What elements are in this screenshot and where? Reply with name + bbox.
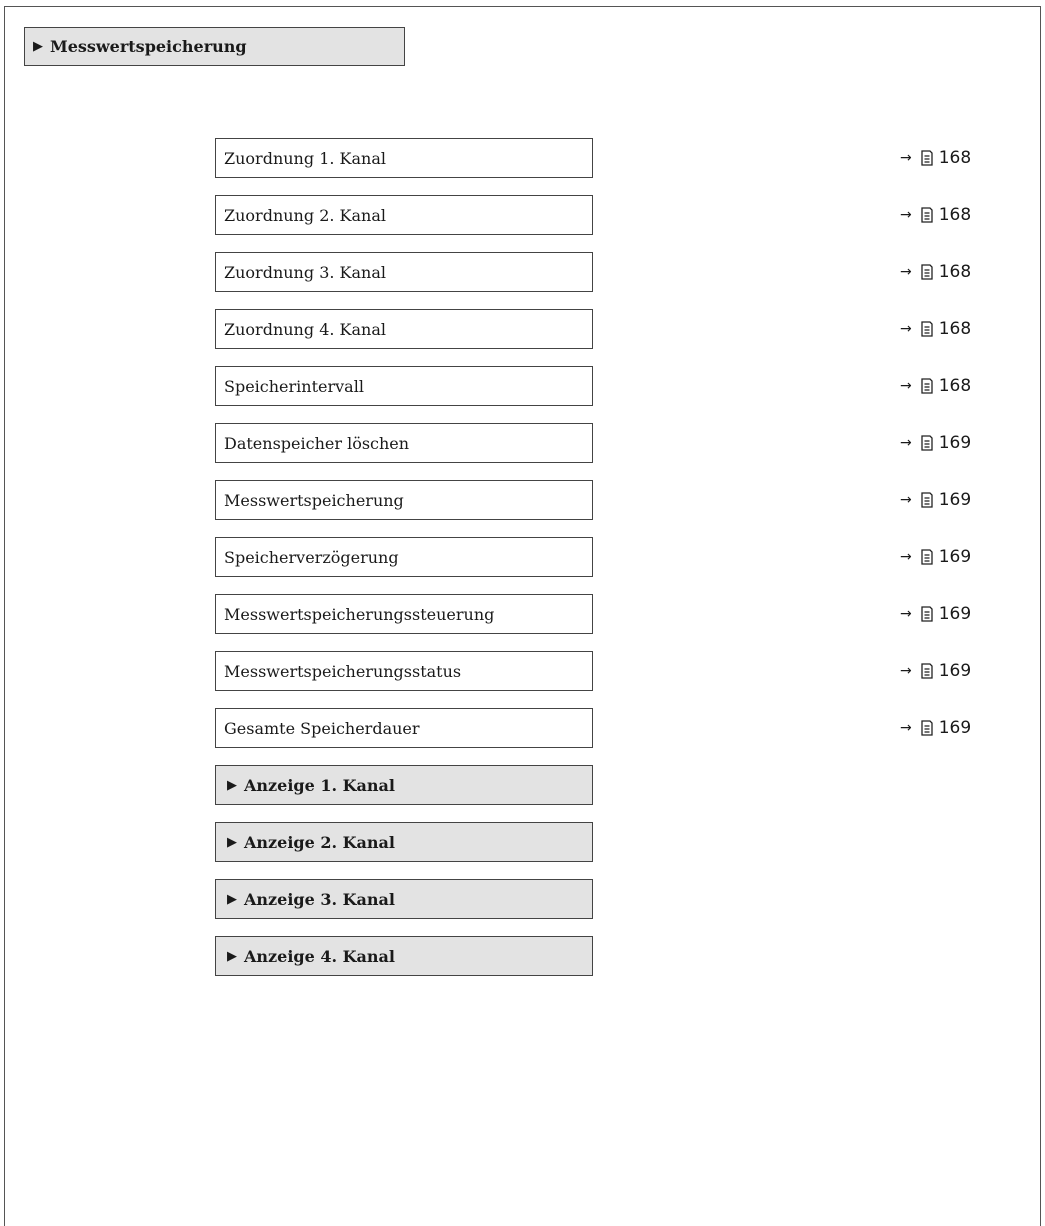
book-icon bbox=[921, 492, 933, 508]
page-reference[interactable]: → 168 bbox=[900, 138, 1000, 178]
arrow-right-icon: → bbox=[900, 264, 912, 280]
arrow-right-icon: → bbox=[900, 150, 912, 166]
page-number: 168 bbox=[938, 319, 972, 339]
triangle-right-icon: ▶ bbox=[227, 834, 237, 850]
param-speicherverzoegerung[interactable]: Speicherverzögerung bbox=[215, 537, 593, 577]
param-messwertspeicherungsstatus[interactable]: Messwertspeicherungsstatus bbox=[215, 651, 593, 691]
arrow-right-icon: → bbox=[900, 492, 912, 508]
page-reference[interactable]: → 168 bbox=[900, 309, 1000, 349]
param-zuordnung-2-kanal[interactable]: Zuordnung 2. Kanal bbox=[215, 195, 593, 235]
param-label: Zuordnung 1. Kanal bbox=[224, 148, 386, 168]
submenu-anzeige-4-kanal[interactable]: ▶ Anzeige 4. Kanal bbox=[215, 936, 593, 976]
param-label: Messwertspeicherungssteuerung bbox=[224, 604, 495, 624]
param-messwertspeicherung[interactable]: Messwertspeicherung bbox=[215, 480, 593, 520]
submenu-anzeige-1-kanal[interactable]: ▶ Anzeige 1. Kanal bbox=[215, 765, 593, 805]
param-gesamte-speicherdauer[interactable]: Gesamte Speicherdauer bbox=[215, 708, 593, 748]
book-icon bbox=[921, 378, 933, 394]
triangle-right-icon: ▶ bbox=[227, 891, 237, 907]
book-icon bbox=[921, 321, 933, 337]
page-reference[interactable]: → 169 bbox=[900, 594, 1000, 634]
param-label: Datenspeicher löschen bbox=[224, 433, 410, 453]
book-icon bbox=[921, 150, 933, 166]
page-number: 169 bbox=[938, 604, 972, 624]
book-icon bbox=[921, 207, 933, 223]
param-label: Messwertspeicherung bbox=[224, 490, 404, 510]
page-number: 168 bbox=[938, 262, 972, 282]
param-label: Speicherverzögerung bbox=[224, 547, 399, 567]
arrow-right-icon: → bbox=[900, 663, 912, 679]
page-reference[interactable]: → 169 bbox=[900, 480, 1000, 520]
page-number: 169 bbox=[938, 547, 972, 567]
param-label: Zuordnung 4. Kanal bbox=[224, 319, 386, 339]
submenu-anzeige-3-kanal[interactable]: ▶ Anzeige 3. Kanal bbox=[215, 879, 593, 919]
page-number: 168 bbox=[938, 148, 972, 168]
submenu-label: Anzeige 2. Kanal bbox=[244, 832, 395, 852]
page-number: 169 bbox=[938, 718, 972, 738]
book-icon bbox=[921, 720, 933, 736]
page-number: 169 bbox=[938, 661, 972, 681]
submenu-label: Anzeige 1. Kanal bbox=[244, 775, 395, 795]
arrow-right-icon: → bbox=[900, 606, 912, 622]
arrow-right-icon: → bbox=[900, 549, 912, 565]
menu-header[interactable]: ▶ Messwertspeicherung bbox=[24, 27, 405, 66]
page-reference[interactable]: → 168 bbox=[900, 252, 1000, 292]
arrow-right-icon: → bbox=[900, 378, 912, 394]
arrow-right-icon: → bbox=[900, 435, 912, 451]
triangle-right-icon: ▶ bbox=[33, 39, 43, 54]
menu-header-title: Messwertspeicherung bbox=[50, 37, 247, 56]
page-number: 169 bbox=[938, 433, 972, 453]
book-icon bbox=[921, 663, 933, 679]
param-label: Zuordnung 3. Kanal bbox=[224, 262, 386, 282]
param-datenspeicher-loeschen[interactable]: Datenspeicher löschen bbox=[215, 423, 593, 463]
triangle-right-icon: ▶ bbox=[227, 948, 237, 964]
page-reference[interactable]: → 169 bbox=[900, 423, 1000, 463]
book-icon bbox=[921, 435, 933, 451]
page-reference[interactable]: → 169 bbox=[900, 651, 1000, 691]
param-label: Messwertspeicherungsstatus bbox=[224, 661, 462, 681]
param-zuordnung-1-kanal[interactable]: Zuordnung 1. Kanal bbox=[215, 138, 593, 178]
param-label: Speicherintervall bbox=[224, 376, 364, 396]
arrow-right-icon: → bbox=[900, 207, 912, 223]
param-label: Gesamte Speicherdauer bbox=[224, 718, 420, 738]
param-zuordnung-3-kanal[interactable]: Zuordnung 3. Kanal bbox=[215, 252, 593, 292]
page-reference[interactable]: → 169 bbox=[900, 537, 1000, 577]
param-messwertspeicherungssteuerung[interactable]: Messwertspeicherungssteuerung bbox=[215, 594, 593, 634]
param-speicherintervall[interactable]: Speicherintervall bbox=[215, 366, 593, 406]
page-reference[interactable]: → 168 bbox=[900, 366, 1000, 406]
submenu-anzeige-2-kanal[interactable]: ▶ Anzeige 2. Kanal bbox=[215, 822, 593, 862]
page-reference[interactable]: → 168 bbox=[900, 195, 1000, 235]
submenu-label: Anzeige 4. Kanal bbox=[244, 946, 395, 966]
triangle-right-icon: ▶ bbox=[227, 777, 237, 793]
page-number: 168 bbox=[938, 376, 972, 396]
page-number: 168 bbox=[938, 205, 972, 225]
book-icon bbox=[921, 606, 933, 622]
book-icon bbox=[921, 264, 933, 280]
arrow-right-icon: → bbox=[900, 321, 912, 337]
page-number: 169 bbox=[938, 490, 972, 510]
submenu-label: Anzeige 3. Kanal bbox=[244, 889, 395, 909]
book-icon bbox=[921, 549, 933, 565]
param-label: Zuordnung 2. Kanal bbox=[224, 205, 386, 225]
page-reference[interactable]: → 169 bbox=[900, 708, 1000, 748]
arrow-right-icon: → bbox=[900, 720, 912, 736]
param-zuordnung-4-kanal[interactable]: Zuordnung 4. Kanal bbox=[215, 309, 593, 349]
